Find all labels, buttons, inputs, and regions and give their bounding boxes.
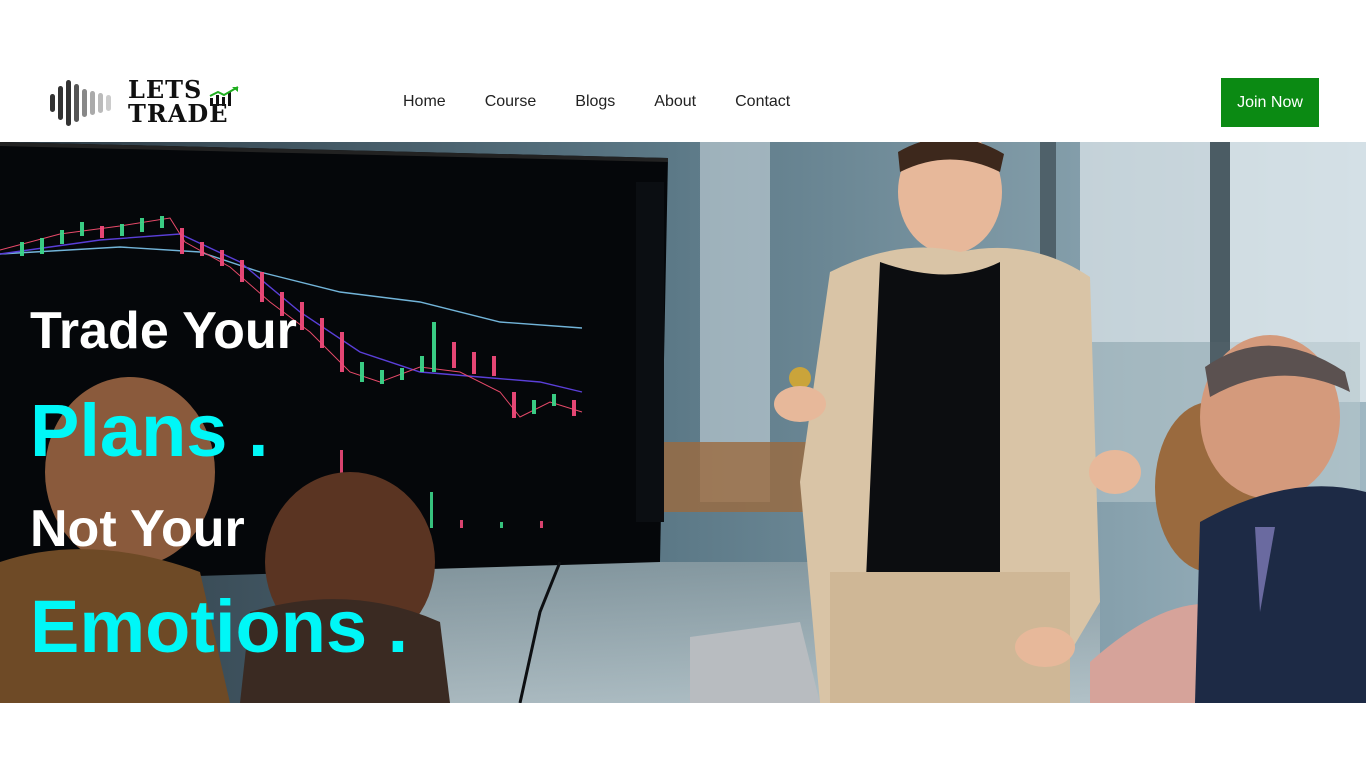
soundwave-logo-icon: [50, 80, 111, 126]
nav-contact[interactable]: Contact: [735, 93, 790, 111]
brand-logo[interactable]: LETS TRADE: [48, 76, 248, 130]
headline-line-3: Not Your: [30, 500, 245, 558]
nav-course[interactable]: Course: [485, 93, 537, 111]
hero-headline: Trade Your Plans . Not Your Emotions .: [30, 142, 730, 703]
rising-chart-icon: [209, 86, 239, 106]
headline-line-1: Trade Your: [30, 302, 297, 360]
site-header: LETS TRADE Home Course Blogs About Conta…: [0, 0, 1366, 142]
join-now-button[interactable]: Join Now: [1221, 78, 1319, 127]
nav-blogs[interactable]: Blogs: [575, 93, 615, 111]
nav-home[interactable]: Home: [403, 93, 446, 111]
headline-line-4: Emotions .: [30, 585, 409, 668]
headline-line-2: Plans .: [30, 389, 269, 472]
nav-about[interactable]: About: [654, 93, 696, 111]
main-nav: Home Course Blogs About Contact: [403, 93, 829, 111]
hero-banner: Trade Your Plans . Not Your Emotions .: [0, 142, 1366, 703]
